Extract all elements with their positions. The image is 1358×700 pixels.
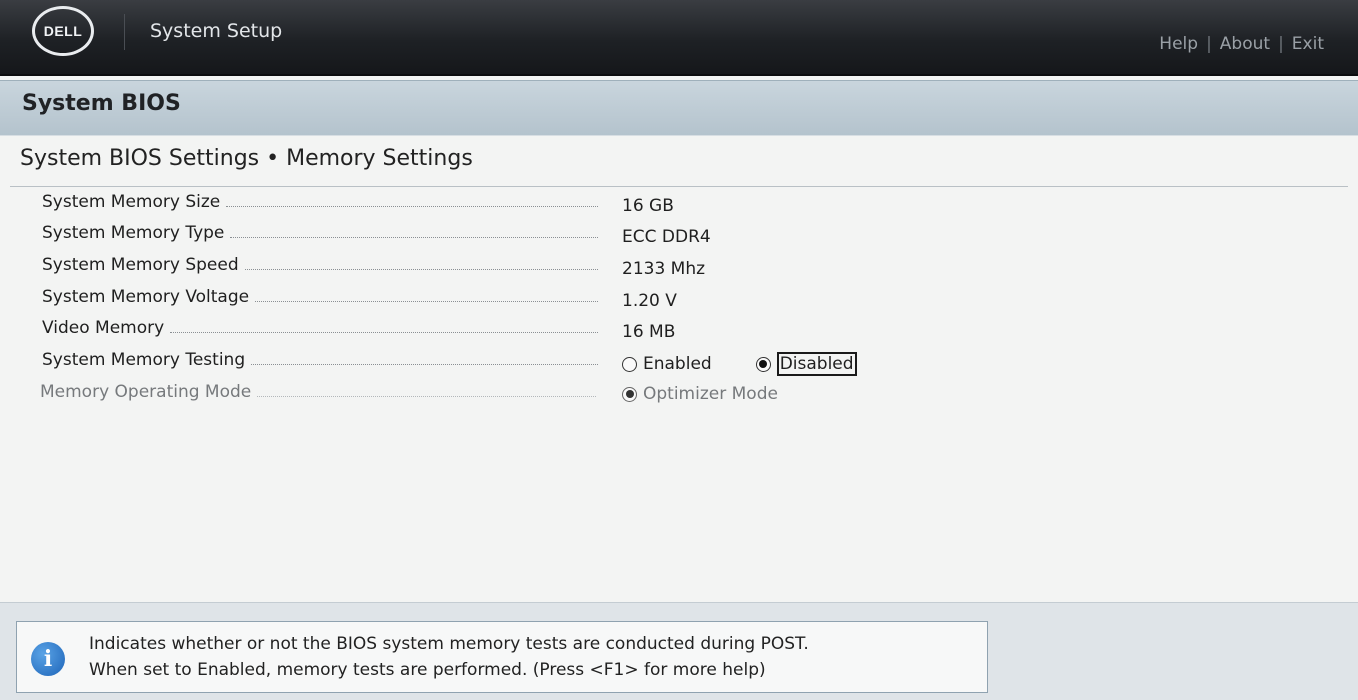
dot-leader xyxy=(251,364,598,365)
setting-label: Video Memory xyxy=(42,318,165,338)
radio-icon[interactable] xyxy=(622,356,637,372)
section-header: System BIOS xyxy=(0,80,1358,136)
radio-selected-icon xyxy=(622,386,637,402)
setting-label-wrap: Memory Operating Mode xyxy=(40,382,596,402)
setting-label-wrap: System Memory Voltage xyxy=(42,287,598,307)
top-header: DELL System Setup Help | About | Exit xyxy=(0,0,1358,76)
setting-label-wrap: Video Memory xyxy=(42,318,598,338)
setting-row-memory-size: System Memory Size 16 GB xyxy=(0,188,1358,220)
dot-leader xyxy=(257,396,596,397)
about-link[interactable]: About xyxy=(1220,34,1270,54)
setting-row-video-memory: Video Memory 16 MB xyxy=(0,314,1358,346)
memory-testing-radio-group: Enabled Disabled xyxy=(622,352,901,376)
link-separator: | xyxy=(1206,34,1212,54)
radio-disabled[interactable]: Disabled xyxy=(755,352,857,376)
setting-label-wrap: System Memory Type xyxy=(42,223,598,243)
header-links: Help | About | Exit xyxy=(1159,34,1324,54)
help-box: i Indicates whether or not the BIOS syst… xyxy=(16,621,988,693)
radio-selected-icon[interactable] xyxy=(755,356,771,372)
dell-logo: DELL xyxy=(32,6,94,56)
divider xyxy=(10,186,1348,187)
app-title: System Setup xyxy=(150,20,283,42)
setting-label: System Memory Voltage xyxy=(42,287,250,307)
section-title: System BIOS xyxy=(22,91,181,116)
radio-label-focused: Disabled xyxy=(776,352,857,376)
dot-leader xyxy=(244,269,598,270)
setting-label: Memory Operating Mode xyxy=(40,382,252,402)
dot-leader xyxy=(255,301,598,302)
setting-row-memory-type: System Memory Type ECC DDR4 xyxy=(0,219,1358,251)
setting-label: System Memory Size xyxy=(42,192,221,212)
setting-value: 1.20 V xyxy=(622,291,677,311)
help-text: Indicates whether or not the BIOS system… xyxy=(89,631,809,683)
dot-leader xyxy=(170,332,598,333)
radio-label: Enabled xyxy=(643,354,712,374)
operating-mode-radio-group: Optimizer Mode xyxy=(622,384,822,404)
help-line-1: Indicates whether or not the BIOS system… xyxy=(89,634,809,654)
link-separator: | xyxy=(1278,34,1284,54)
setting-row-operating-mode: Memory Operating Mode Optimizer Mode xyxy=(0,378,1358,410)
setting-label-wrap: System Memory Testing xyxy=(42,350,598,370)
help-link[interactable]: Help xyxy=(1159,34,1198,54)
radio-optimizer-mode: Optimizer Mode xyxy=(622,384,778,404)
setting-value: 2133 Mhz xyxy=(622,259,706,279)
setting-label: System Memory Speed xyxy=(42,255,239,275)
setting-label-wrap: System Memory Speed xyxy=(42,255,598,275)
radio-label: Optimizer Mode xyxy=(643,384,778,404)
logo-text: DELL xyxy=(43,23,83,39)
setting-value: ECC DDR4 xyxy=(622,227,711,247)
setting-value: 16 MB xyxy=(622,322,676,342)
dot-leader xyxy=(230,237,598,238)
exit-link[interactable]: Exit xyxy=(1292,34,1324,54)
setting-row-memory-speed: System Memory Speed 2133 Mhz xyxy=(0,251,1358,283)
setting-row-memory-voltage: System Memory Voltage 1.20 V xyxy=(0,283,1358,315)
setting-label-wrap: System Memory Size xyxy=(42,192,598,212)
header-divider xyxy=(124,14,125,50)
radio-enabled[interactable]: Enabled xyxy=(622,354,712,374)
setting-row-memory-testing: System Memory Testing Enabled Disabled xyxy=(0,346,1358,378)
page-breadcrumb: System BIOS Settings • Memory Settings xyxy=(20,146,473,171)
dot-leader xyxy=(226,206,598,207)
info-icon: i xyxy=(31,642,65,676)
help-footer: i Indicates whether or not the BIOS syst… xyxy=(0,602,1358,700)
help-line-2: When set to Enabled, memory tests are pe… xyxy=(89,660,766,680)
setting-value: 16 GB xyxy=(622,196,674,216)
setting-label: System Memory Type xyxy=(42,223,225,243)
setting-label: System Memory Testing xyxy=(42,350,246,370)
